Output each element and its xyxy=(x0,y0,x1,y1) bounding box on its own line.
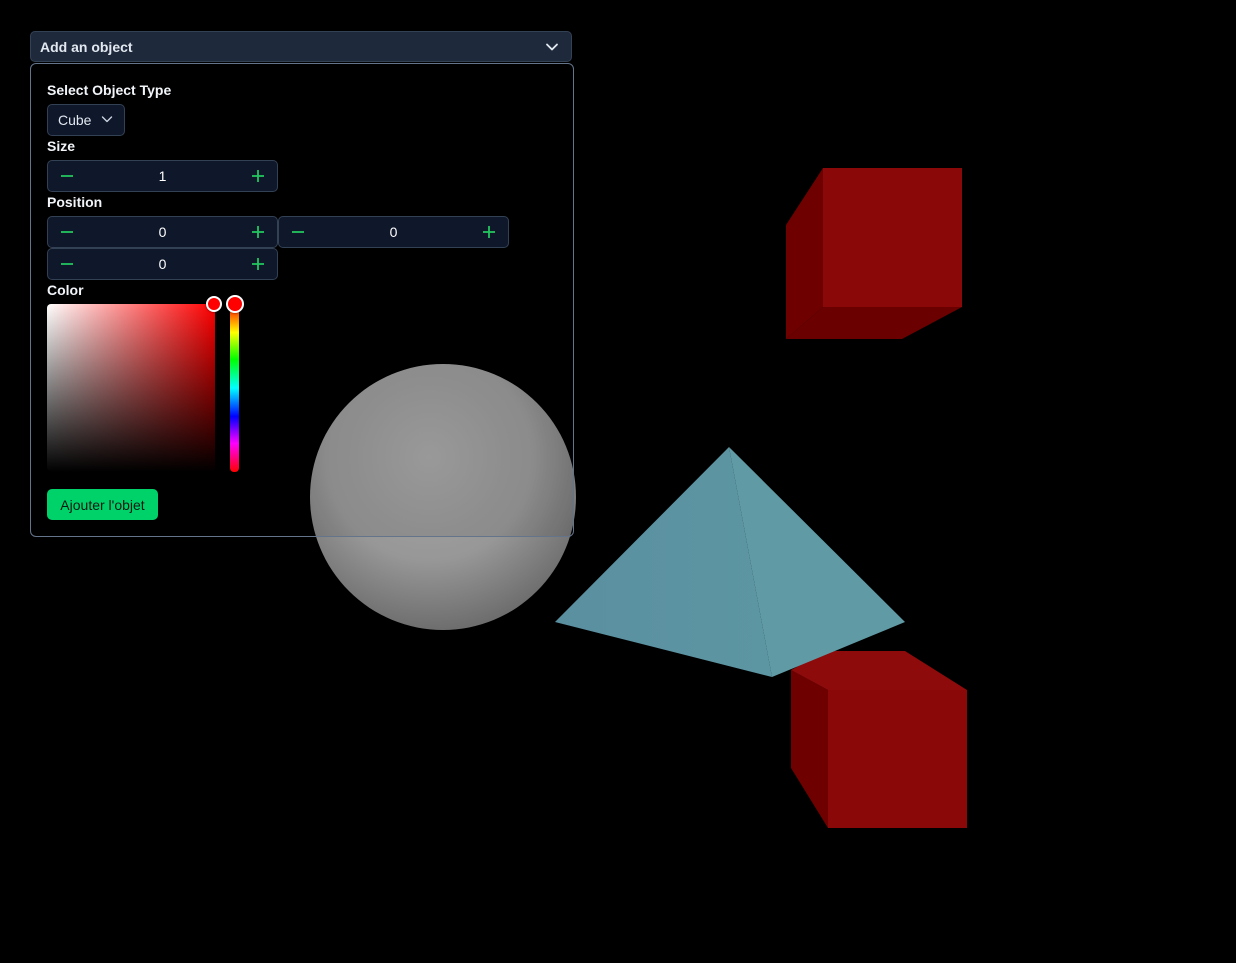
position-y-increment-button[interactable] xyxy=(470,217,508,247)
position-x-decrement-button[interactable] xyxy=(48,217,86,247)
accordion-title: Add an object xyxy=(40,38,133,55)
position-z-increment-button[interactable] xyxy=(239,249,277,279)
position-z-stepper: 0 xyxy=(47,248,278,280)
position-y-decrement-button[interactable] xyxy=(279,217,317,247)
position-x-stepper: 0 xyxy=(47,216,278,248)
color-saturation-area[interactable] xyxy=(47,304,215,472)
minus-icon xyxy=(61,231,73,233)
add-object-accordion-toggle[interactable]: Add an object xyxy=(30,31,572,62)
plus-icon xyxy=(483,226,495,238)
hue-slider[interactable] xyxy=(230,304,239,472)
position-x-input[interactable]: 0 xyxy=(86,224,239,240)
add-object-button[interactable]: Ajouter l'objet xyxy=(47,489,158,520)
size-stepper: 1 xyxy=(47,160,278,192)
color-label: Color xyxy=(47,282,84,298)
plus-icon xyxy=(252,258,264,270)
minus-icon xyxy=(61,263,73,265)
size-label: Size xyxy=(47,138,76,154)
saturation-handle[interactable] xyxy=(206,296,222,312)
add-object-panel: Select Object Type Cube Size 1 Position … xyxy=(30,63,574,537)
hue-handle[interactable] xyxy=(226,295,244,313)
position-y-input[interactable]: 0 xyxy=(317,224,470,240)
minus-icon xyxy=(61,175,73,177)
position-y-stepper: 0 xyxy=(278,216,509,248)
pyramid-object[interactable] xyxy=(555,447,905,677)
minus-icon xyxy=(292,231,304,233)
size-increment-button[interactable] xyxy=(239,161,277,191)
chevron-down-icon xyxy=(545,40,559,54)
object-type-select[interactable]: Cube xyxy=(47,104,125,136)
cube-object-top[interactable] xyxy=(786,168,962,339)
object-type-label: Select Object Type xyxy=(47,82,172,98)
size-decrement-button[interactable] xyxy=(48,161,86,191)
object-type-value: Cube xyxy=(58,112,92,128)
size-input[interactable]: 1 xyxy=(86,168,239,184)
position-z-decrement-button[interactable] xyxy=(48,249,86,279)
cube-object-bottom[interactable] xyxy=(791,651,967,828)
position-label: Position xyxy=(47,194,103,210)
position-x-increment-button[interactable] xyxy=(239,217,277,247)
plus-icon xyxy=(252,170,264,182)
chevron-down-icon xyxy=(101,112,113,128)
plus-icon xyxy=(252,226,264,238)
position-z-input[interactable]: 0 xyxy=(86,256,239,272)
